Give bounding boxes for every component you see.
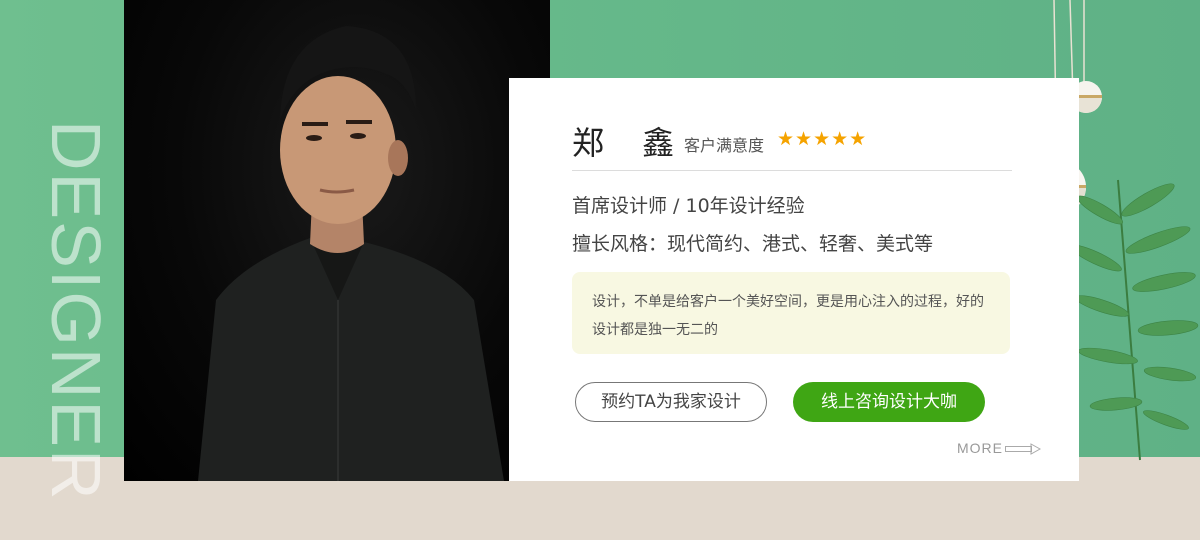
designer-quote: 设计，不单是给客户一个美好空间，更是用心注入的过程，好的设计都是独一无二的	[592, 294, 984, 338]
designer-specialty: 擅长风格：现代简约、港式、轻奢、美式等	[572, 233, 934, 255]
book-designer-button[interactable]: 预约TA为我家设计	[575, 382, 767, 422]
online-consult-button[interactable]: 线上咨询设计大咖	[793, 382, 985, 422]
more-link[interactable]: MORE	[957, 440, 1003, 456]
designer-vertical-text: DESIGNER	[38, 120, 115, 502]
designer-portrait	[124, 0, 550, 481]
plant-leaves-decoration	[1078, 179, 1199, 461]
divider	[572, 170, 1012, 171]
designer-name: 郑 鑫	[572, 124, 689, 162]
designer-title: 首席设计师 / 10年设计经验	[572, 195, 805, 217]
designer-quote-box: 设计，不单是给客户一个美好空间，更是用心注入的过程，好的设计都是独一无二的	[572, 272, 1010, 354]
designer-info-card: 郑 鑫 客户满意度 ★★★★★ 首席设计师 / 10年设计经验 擅长风格：现代简…	[509, 78, 1079, 481]
side-vertical-word: DESIGNER	[38, 120, 118, 540]
satisfaction-label: 客户满意度	[684, 136, 765, 155]
rating-stars: ★★★★★	[777, 128, 868, 150]
arrow-right-icon[interactable]	[1005, 443, 1041, 455]
